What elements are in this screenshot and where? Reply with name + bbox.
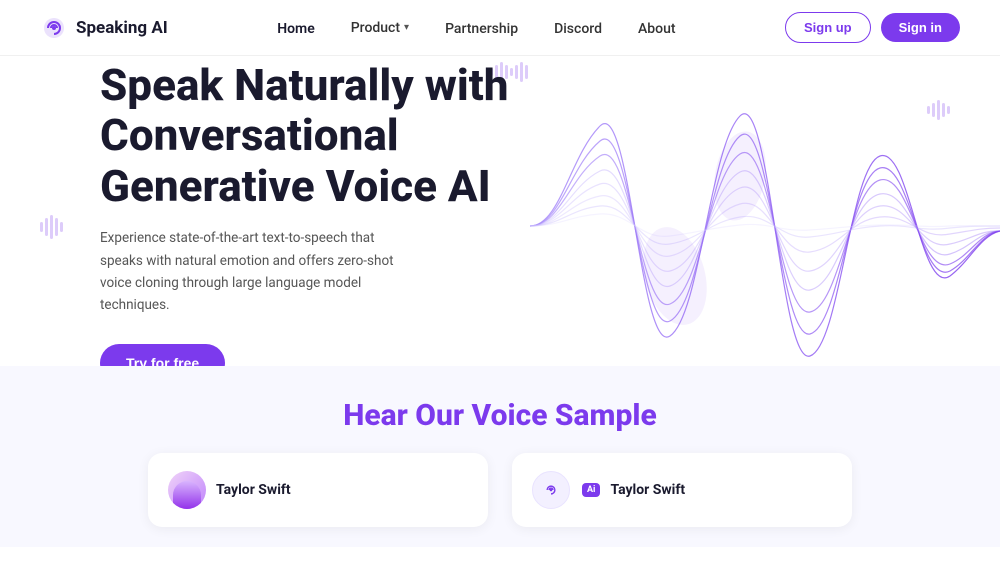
hero-content: Speak Naturally with Conversational Gene… — [100, 60, 520, 366]
logo[interactable]: Speaking AI — [40, 14, 168, 42]
voice-card-1-header: Taylor Swift — [168, 471, 468, 509]
voice-card-1-name: Taylor Swift — [216, 482, 291, 498]
hero-subtitle: Experience state-of-the-art text-to-spee… — [100, 227, 420, 316]
logo-icon — [40, 14, 68, 42]
voice-card-1: Taylor Swift — [148, 453, 488, 527]
speaking-ai-badge — [532, 471, 570, 509]
ai-label: Ai — [582, 483, 600, 497]
nav-item-partnership[interactable]: Partnership — [445, 18, 518, 37]
nav-item-about[interactable]: About — [638, 18, 676, 37]
brand-name: Speaking AI — [76, 18, 168, 38]
nav-item-home[interactable]: Home — [277, 18, 315, 37]
voice-card-2-name: Taylor Swift — [610, 482, 685, 498]
voice-cards-container: Taylor Swift Ai Taylor Swift — [40, 453, 960, 527]
nav-item-product[interactable]: Product ▾ — [351, 20, 409, 36]
voice-card-2: Ai Taylor Swift — [512, 453, 852, 527]
voice-card-2-header: Ai Taylor Swift — [532, 471, 832, 509]
nav-links: Home Product ▾ Partnership Discord About — [277, 18, 675, 37]
signin-button[interactable]: Sign in — [881, 13, 960, 42]
wave-svg — [500, 76, 1000, 366]
try-free-button[interactable]: Try for free — [100, 344, 225, 366]
hero-title: Speak Naturally with Conversational Gene… — [100, 60, 520, 212]
signup-button[interactable]: Sign up — [785, 12, 871, 43]
chevron-down-icon: ▾ — [404, 22, 409, 33]
hero-section: Speak Naturally with Conversational Gene… — [0, 56, 1000, 366]
avatar-photo-1 — [168, 471, 206, 509]
voice-section: Hear Our Voice Sample Taylor Swift — [0, 366, 1000, 547]
nav-buttons: Sign up Sign in — [785, 12, 960, 43]
voice-section-title: Hear Our Voice Sample — [40, 398, 960, 433]
navbar: Speaking AI Home Product ▾ Partnership D… — [0, 0, 1000, 56]
wave-visualization — [500, 76, 1000, 366]
nav-item-discord[interactable]: Discord — [554, 18, 602, 37]
